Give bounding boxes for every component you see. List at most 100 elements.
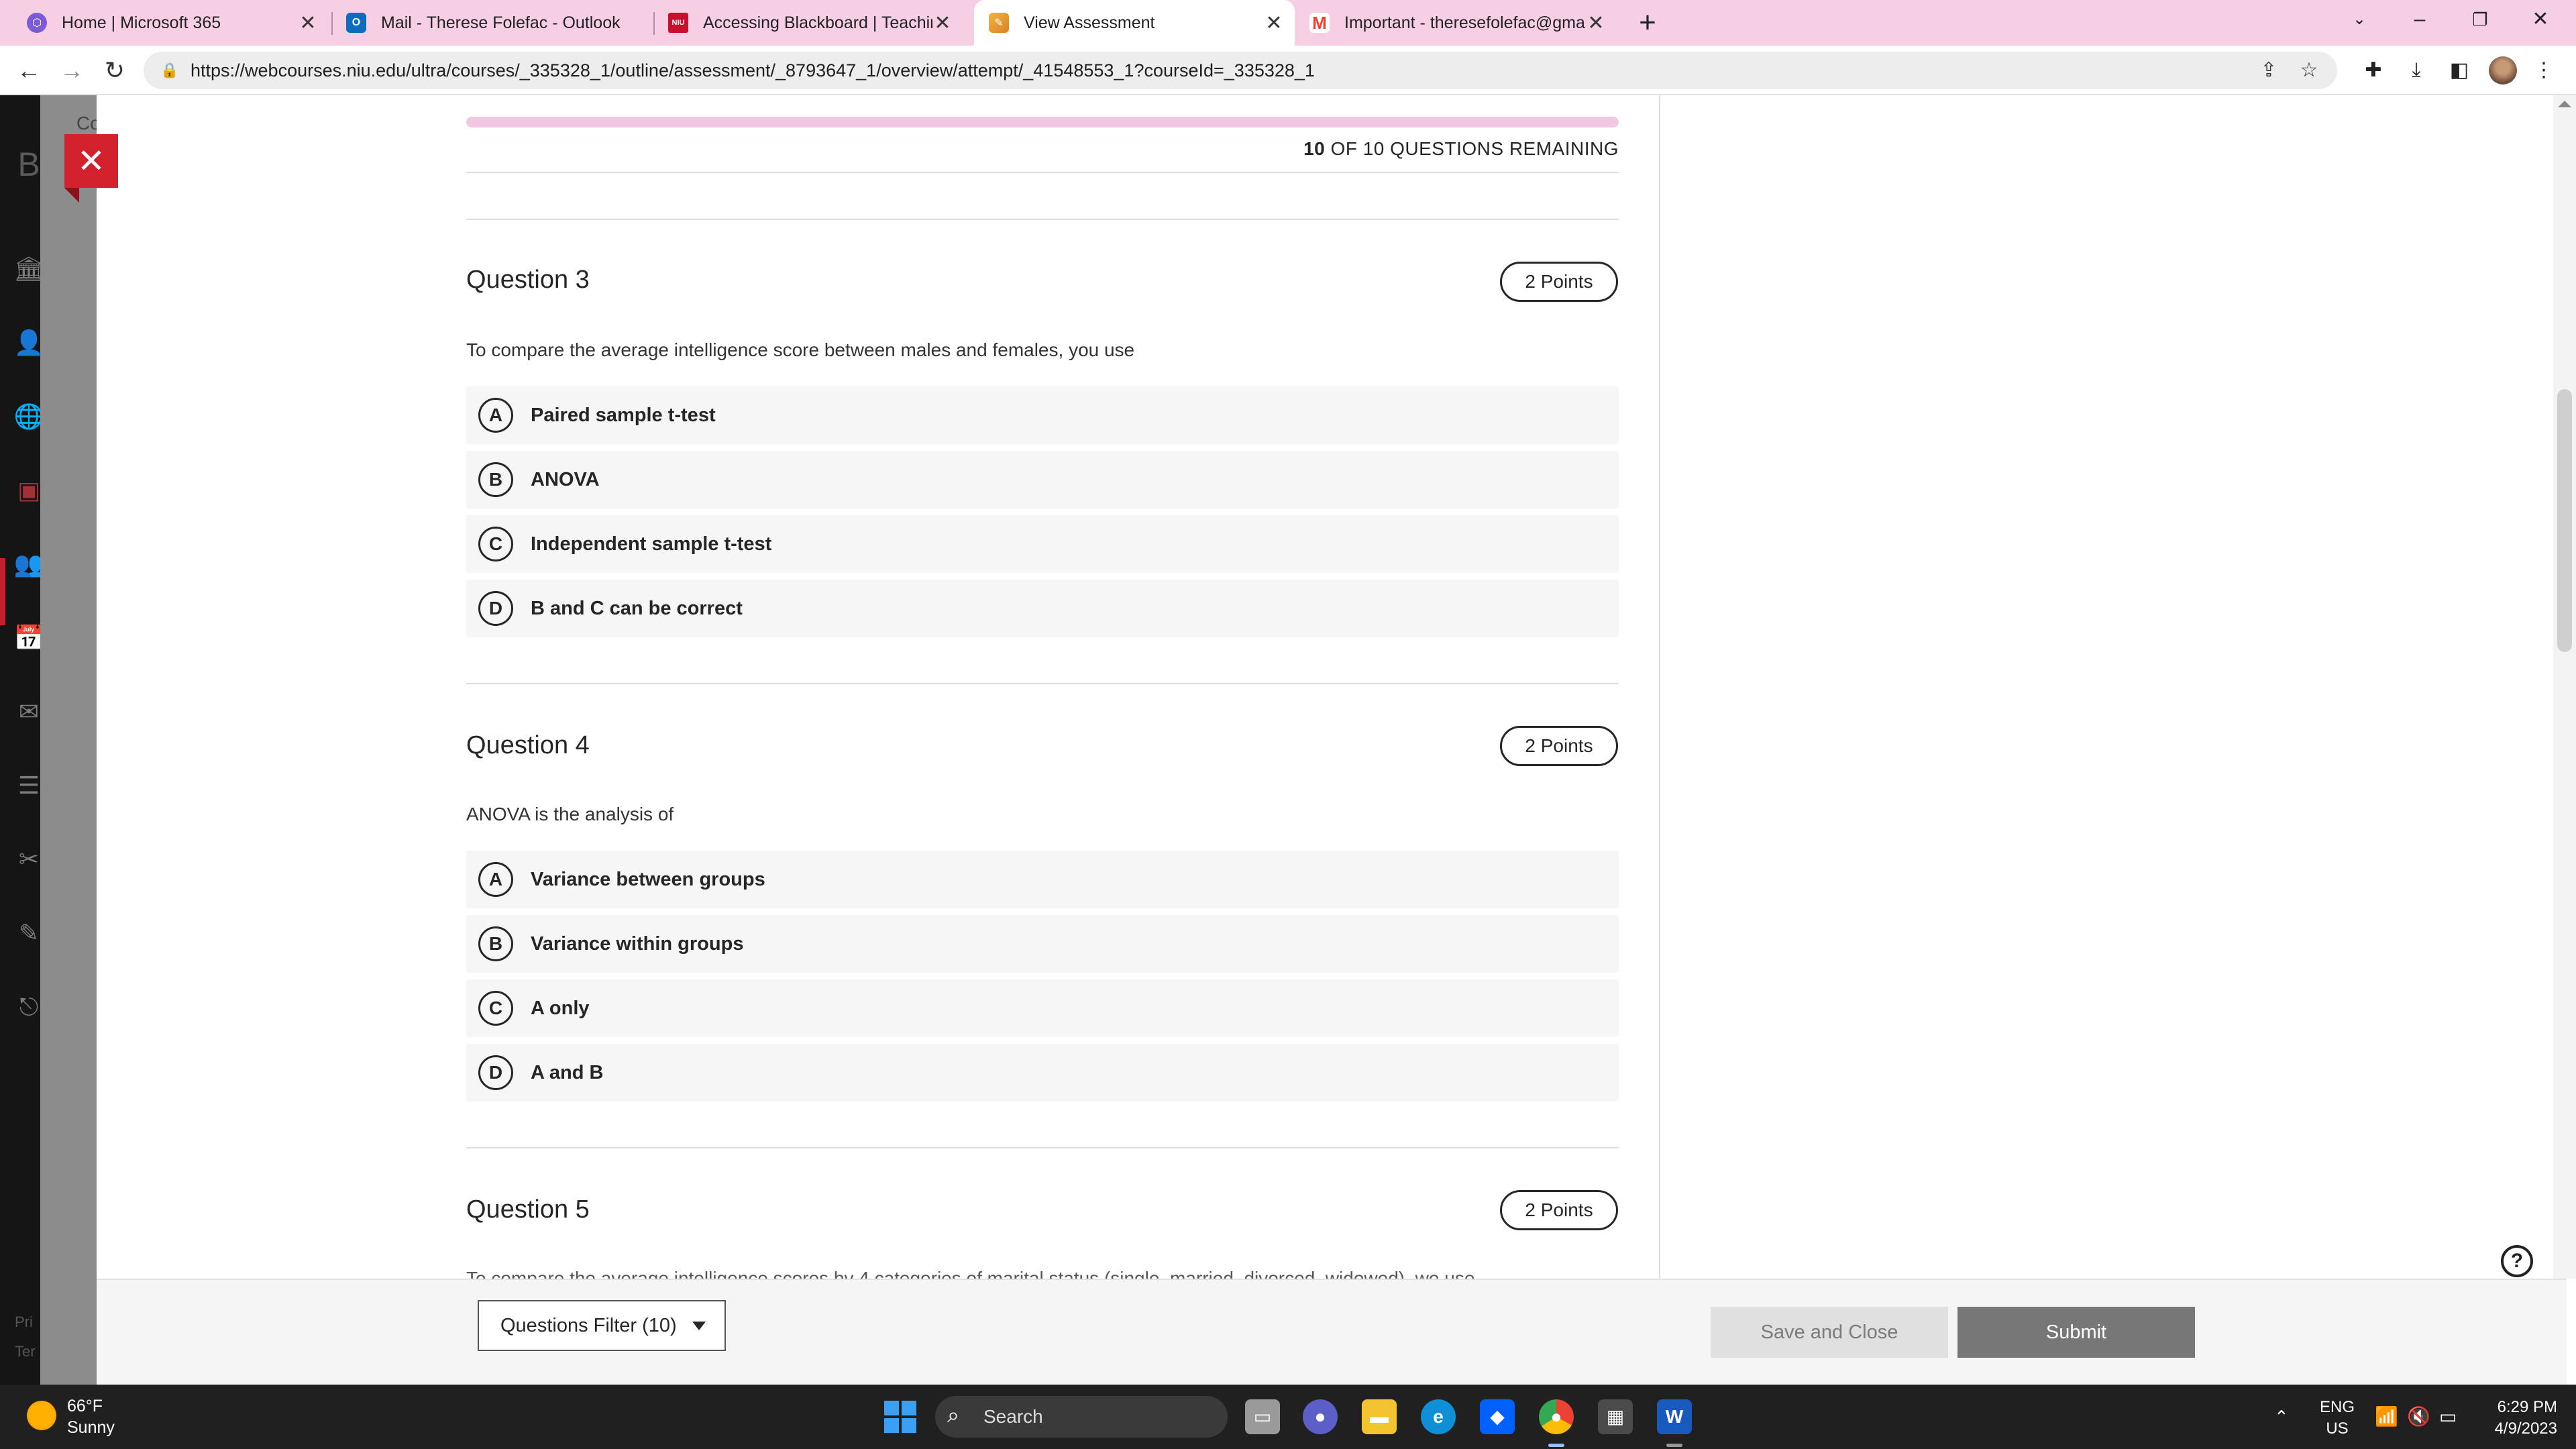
question-4-text: ANOVA is the analysis of: [466, 804, 674, 824]
tab-microsoft-365[interactable]: ⬡ Home | Microsoft 365 ✕: [0, 0, 329, 46]
question-3-text: To compare the average intelligence scor…: [466, 339, 1135, 360]
chrome-active-indicator: [1548, 1444, 1564, 1447]
tab-accessing-blackboard[interactable]: NIU Accessing Blackboard | Teaching ✕: [655, 0, 963, 46]
question-3-option-b[interactable]: B ANOVA: [466, 451, 1619, 508]
restore-button[interactable]: ❐: [2450, 0, 2510, 39]
lock-icon[interactable]: 🔒: [160, 60, 180, 80]
question-3-option-c[interactable]: C Independent sample t-test: [466, 515, 1619, 573]
word-icon[interactable]: W: [1657, 1399, 1692, 1434]
option-letter: C: [478, 991, 513, 1026]
option-text: Independent sample t-test: [531, 533, 772, 555]
chevron-up-icon[interactable]: ⌃: [2274, 1385, 2289, 1449]
forward-button[interactable]: →: [55, 54, 89, 87]
remaining-count: 10: [1303, 138, 1326, 159]
close-assessment-button[interactable]: ✕: [64, 134, 118, 203]
questions-filter-dropdown[interactable]: Questions Filter (10): [478, 1300, 726, 1351]
divider: [466, 1147, 1619, 1148]
task-view-icon[interactable]: ▭: [1245, 1399, 1280, 1434]
option-letter: B: [478, 926, 513, 961]
remaining-label: OF 10 QUESTIONS REMAINING: [1330, 138, 1619, 159]
question-4-option-a[interactable]: A Variance between groups: [466, 851, 1619, 908]
share-icon[interactable]: ⇪: [2257, 58, 2281, 83]
file-explorer-icon[interactable]: ▬: [1362, 1399, 1397, 1434]
side-panel-icon[interactable]: ◧: [2445, 56, 2474, 85]
option-letter: A: [478, 398, 513, 433]
window-close-button[interactable]: ✕: [2510, 0, 2571, 39]
save-and-close-button[interactable]: Save and Close: [1711, 1307, 1948, 1358]
weather-temperature[interactable]: 66°F: [67, 1397, 103, 1416]
weather-condition[interactable]: Sunny: [67, 1418, 115, 1438]
question-4-option-b[interactable]: B Variance within groups: [466, 915, 1619, 973]
close-tab-icon[interactable]: ✕: [298, 11, 318, 35]
option-letter: A: [478, 862, 513, 897]
dropbox-icon[interactable]: ◆: [1480, 1399, 1515, 1434]
scroll-up-arrow-icon[interactable]: [2558, 101, 2571, 107]
volume-muted-icon[interactable]: 🔇: [2407, 1385, 2430, 1449]
battery-icon[interactable]: ▭: [2439, 1385, 2457, 1449]
sun-icon[interactable]: [27, 1401, 56, 1430]
tab-outlook[interactable]: O Mail - Therese Folefac - Outlook: [333, 0, 652, 46]
close-tab-icon[interactable]: ✕: [1586, 11, 1606, 35]
start-button[interactable]: [884, 1401, 916, 1433]
close-tab-icon[interactable]: ✕: [932, 11, 953, 35]
language-code[interactable]: ENG: [2312, 1398, 2363, 1417]
close-tab-icon[interactable]: ✕: [1264, 11, 1284, 35]
divider: [466, 683, 1619, 684]
scrollbar-thumb[interactable]: [2557, 389, 2572, 652]
active-nav-indicator: [0, 558, 5, 625]
back-button[interactable]: ←: [12, 54, 46, 87]
reload-button[interactable]: ↻: [98, 54, 131, 87]
option-text: Variance between groups: [531, 869, 765, 890]
new-tab-button[interactable]: +: [1630, 5, 1665, 40]
question-4-option-c[interactable]: C A only: [466, 979, 1619, 1037]
question-3-points: 2 Points: [1500, 262, 1618, 302]
course-navigation-rail: B 🏛 👤 🌐 ▣ 👥 📅 ✉ ☰ ✂ ✎ ⎋ Pri Ter: [0, 95, 44, 1385]
question-5-text: To compare the average intelligence scor…: [466, 1268, 1475, 1279]
wifi-icon[interactable]: 📶: [2375, 1385, 2398, 1449]
option-text: A only: [531, 998, 590, 1019]
privacy-link[interactable]: Pri: [15, 1313, 33, 1331]
extensions-icon[interactable]: ✚: [2359, 56, 2388, 85]
question-3-option-d[interactable]: D B and C can be correct: [466, 580, 1619, 637]
language-region[interactable]: US: [2312, 1419, 2363, 1438]
bookmark-star-icon[interactable]: ☆: [2297, 58, 2321, 83]
tab-title: Home | Microsoft 365: [62, 13, 221, 32]
help-icon[interactable]: ?: [2501, 1245, 2533, 1277]
question-4-points: 2 Points: [1500, 726, 1618, 766]
menu-icon[interactable]: ⋮: [2529, 56, 2559, 85]
word-open-indicator: [1666, 1444, 1682, 1447]
clock-time[interactable]: 6:29 PM: [2474, 1398, 2557, 1417]
niu-icon: NIU: [668, 13, 688, 33]
minimize-button[interactable]: –: [2390, 0, 2450, 39]
search-icon: ⌕: [947, 1403, 959, 1427]
divider: [466, 172, 1619, 173]
taskbar-search[interactable]: ⌕ Search: [935, 1396, 1228, 1438]
url-text[interactable]: https://webcourses.niu.edu/ultra/courses…: [191, 52, 1315, 89]
question-4-title: Question 4: [466, 731, 590, 759]
questions-remaining: 10 OF 10 QUESTIONS REMAINING: [466, 138, 1619, 160]
dimmed-course-background: [40, 95, 97, 1385]
profile-avatar[interactable]: [2489, 56, 2517, 85]
question-4-option-d[interactable]: D A and B: [466, 1044, 1619, 1102]
tab-view-assessment[interactable]: ✎ View Assessment ✕: [974, 0, 1295, 46]
tab-gmail[interactable]: M Important - theresefolefac@gma ✕: [1296, 0, 1617, 46]
question-5-points: 2 Points: [1500, 1190, 1618, 1230]
microsoft-store-icon[interactable]: ▦: [1598, 1399, 1633, 1434]
terms-link[interactable]: Ter: [15, 1343, 36, 1360]
submit-button[interactable]: Submit: [1957, 1307, 2195, 1358]
clock-date[interactable]: 4/9/2023: [2474, 1419, 2557, 1438]
tab-search-icon[interactable]: ⌄: [2329, 0, 2390, 39]
tab-title: View Assessment: [1024, 13, 1155, 32]
taskbar-search-label: Search: [983, 1406, 1043, 1427]
question-3-option-a[interactable]: A Paired sample t-test: [466, 386, 1619, 444]
assessment-action-bar: [97, 1279, 2567, 1385]
edge-icon[interactable]: e: [1421, 1399, 1456, 1434]
teams-chat-icon[interactable]: ●: [1303, 1399, 1338, 1434]
windows-taskbar: 66°F Sunny ⌕ Search ▭ ● ▬ e ◆ ● ▦ W ⌃ EN…: [0, 1385, 2576, 1449]
option-letter: D: [478, 1055, 513, 1090]
address-bar[interactable]: 🔒 https://webcourses.niu.edu/ultra/cours…: [144, 52, 2337, 89]
progress-bar: [466, 117, 1619, 127]
downloads-icon[interactable]: ⤓: [2402, 56, 2431, 85]
chrome-icon[interactable]: ●: [1539, 1399, 1574, 1434]
page-scrollbar[interactable]: [2553, 95, 2576, 1279]
